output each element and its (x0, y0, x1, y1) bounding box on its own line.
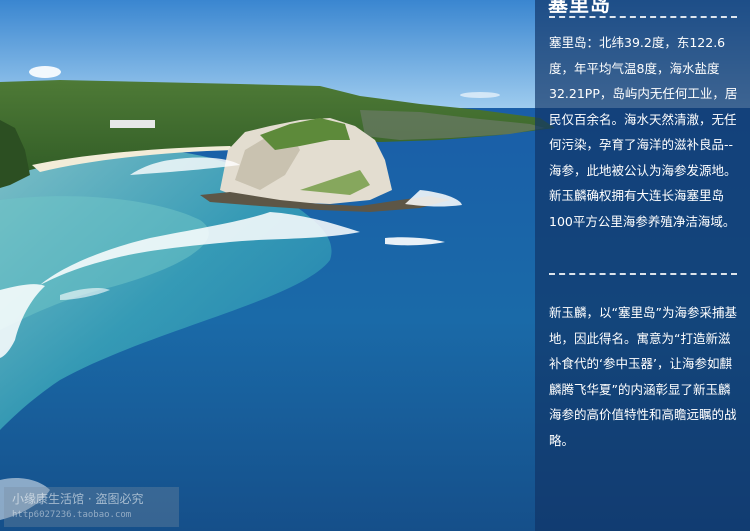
island-intro-paragraph: 塞里岛：北纬39.2度，东122.6度，年平均气温8度，海水盐度32.21PP，… (549, 35, 738, 229)
top-dashed-divider (549, 16, 737, 18)
middle-dashed-divider (549, 273, 737, 275)
island-title: 塞里岛 (548, 0, 611, 16)
shop-url-watermark: http6027236.taobao.com (12, 510, 132, 520)
brand-story-paragraph: 新玉麟，以“塞里岛”为海参采捕基地，因此得名。寓意为“打造新滋补食代的‘参中玉器… (549, 305, 737, 448)
shop-watermark: 小缘康生活馆 · 盗图必究 (12, 492, 144, 506)
